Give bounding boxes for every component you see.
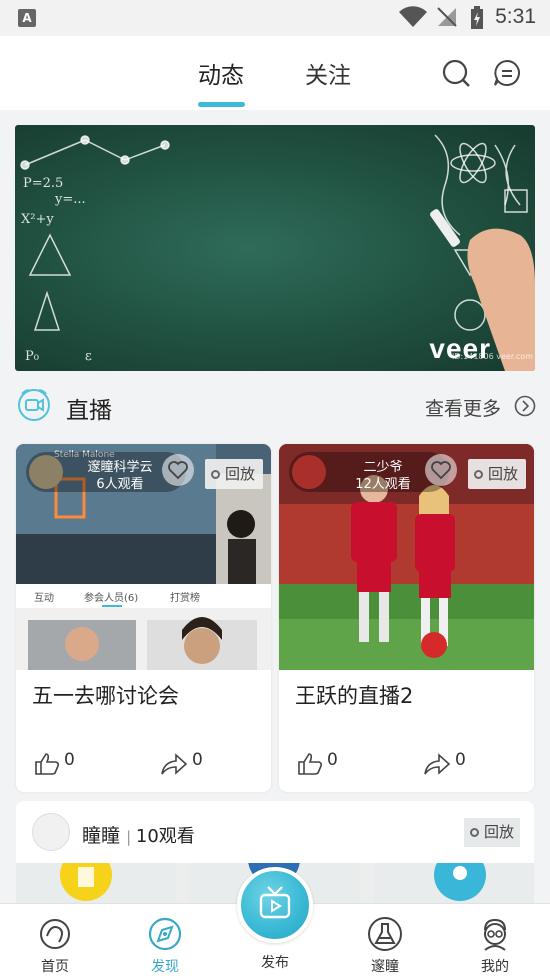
nav-mine[interactable]: 我的 — [455, 916, 535, 975]
share-count: 0 — [192, 750, 203, 770]
nav-discover[interactable]: 发现 — [125, 916, 205, 975]
tv-play-icon — [259, 886, 291, 919]
active-tab-indicator — [198, 102, 245, 107]
host-name-views: 瞳瞳 | 10观看 — [82, 821, 195, 848]
replay-badge: 回放 — [464, 818, 521, 847]
replay-dot-icon — [473, 470, 483, 479]
nav-suitong[interactable]: 邃瞳 — [345, 916, 425, 975]
host-name: 瞳瞳 — [82, 825, 121, 847]
tab-dynamic[interactable]: 动态 — [198, 56, 244, 90]
share-count: 0 — [455, 750, 466, 770]
live-title: 王跃的直播2 — [295, 684, 414, 708]
separator: | — [126, 828, 136, 846]
search-icon[interactable] — [441, 58, 471, 88]
like-icon[interactable] — [297, 752, 323, 776]
live-thumbnail: Stella Malone 互动 参会人员(6) 打赏榜 邃瞳科学云 6人观看 … — [16, 444, 271, 670]
message-icon[interactable] — [492, 58, 522, 88]
publish-button[interactable] — [237, 867, 313, 943]
view-more-link[interactable]: 查看更多 — [425, 394, 501, 421]
follow-button[interactable] — [162, 454, 194, 486]
wifi-icon — [399, 6, 427, 27]
replay-dot-icon — [470, 828, 479, 837]
svg-text:ε: ε — [85, 349, 92, 364]
battery-charging-icon — [471, 6, 483, 29]
status-bar: A 5:31 — [0, 0, 550, 36]
share-icon[interactable] — [423, 752, 451, 776]
chevron-right-circle-icon[interactable] — [514, 395, 536, 417]
top-tab-bar: 动态 关注 — [0, 36, 550, 110]
avatar — [29, 455, 63, 489]
nav-label: 首页 — [41, 959, 69, 975]
tab-following[interactable]: 关注 — [305, 56, 351, 90]
svg-text:y=...: y=... — [54, 192, 86, 207]
nav-label: 发现 — [151, 959, 179, 975]
nav-home[interactable]: 首页 — [15, 916, 95, 975]
profile-icon — [484, 918, 506, 951]
screen-tab-rewards: 打赏榜 — [170, 593, 200, 604]
viewer-count: 12人观看 — [355, 477, 411, 492]
like-icon[interactable] — [34, 752, 60, 776]
viewer-count: 6人观看 — [96, 477, 144, 492]
host-info-pill: 邃瞳科学云 6人观看 — [26, 452, 194, 492]
screen-tab-attendees: 参会人员(6) — [84, 593, 139, 604]
follow-button[interactable] — [425, 454, 457, 486]
host-info-pill: 二少爷 12人观看 — [289, 452, 457, 492]
replay-badge: 回放 — [204, 459, 263, 489]
publish-label: 发布 — [261, 955, 289, 971]
like-count: 0 — [64, 750, 75, 770]
svg-text:P=2.5: P=2.5 — [23, 176, 63, 191]
avatar — [32, 813, 70, 851]
app-notification-icon: A — [18, 9, 36, 27]
screen-tab-interact: 互动 — [34, 593, 54, 604]
home-icon — [40, 919, 70, 949]
heart-icon — [431, 461, 451, 480]
heart-icon — [168, 461, 188, 480]
nav-label: 邃瞳 — [371, 959, 399, 975]
banner-image[interactable]: P=2.5 y=... X²+y P₀ ε veer ID:141806 veer.co… — [15, 125, 535, 371]
live-camera-icon — [18, 389, 50, 421]
live-section-header: 直播 查看更多 — [0, 380, 550, 432]
no-signal-icon — [437, 7, 457, 27]
replay-badge: 回放 — [467, 459, 526, 489]
viewer-count: 10观看 — [135, 826, 195, 847]
live-thumbnail: 二少爷 12人观看 回放 — [279, 444, 534, 670]
live-section-title: 直播 — [66, 398, 112, 424]
clock: 5:31 — [495, 5, 536, 28]
live-card[interactable]: 二少爷 12人观看 回放 王跃的直播2 0 0 — [279, 444, 534, 792]
svg-text:X²+y: X²+y — [21, 212, 54, 227]
svg-text:P₀: P₀ — [25, 349, 39, 364]
discover-icon — [148, 917, 182, 951]
share-icon[interactable] — [160, 752, 188, 776]
banner-watermark-id: ID:141806 veer.com — [451, 352, 533, 361]
like-count: 0 — [327, 750, 338, 770]
live-card[interactable]: Stella Malone 互动 参会人员(6) 打赏榜 邃瞳科学云 6人观看 … — [16, 444, 271, 792]
replay-dot-icon — [210, 470, 220, 479]
avatar — [292, 455, 326, 489]
live-title: 五一去哪讨论会 — [32, 684, 179, 708]
nav-label: 我的 — [481, 959, 509, 975]
flask-icon — [368, 917, 402, 951]
